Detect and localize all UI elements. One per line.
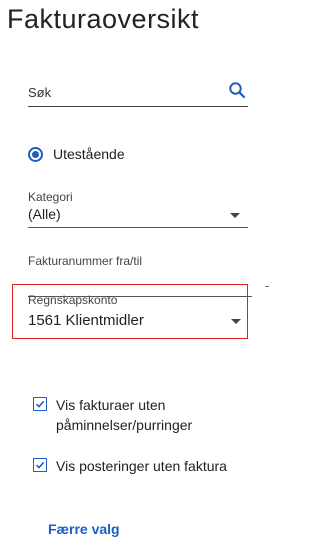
checkbox-postings-label: Vis posteringer uten faktura	[56, 458, 227, 474]
radio-outstanding[interactable]: Utestående	[28, 146, 125, 162]
option-row-postings[interactable]: Vis posteringer uten faktura	[33, 456, 256, 476]
page-title: Fakturaoversikt	[7, 4, 200, 34]
checkmark-icon	[35, 400, 45, 408]
search-icon[interactable]	[228, 81, 246, 99]
option-row-reminders[interactable]: Vis fakturaer uten påminnelser/purringer	[33, 395, 256, 435]
account-value: 1561 Klientmidler	[28, 312, 144, 329]
checkbox-reminders[interactable]	[33, 397, 47, 411]
radio-button-icon[interactable]	[28, 146, 43, 162]
account-select[interactable]: 1561 Klientmidler	[28, 311, 243, 333]
invoice-range-label: Fakturanummer fra/til	[28, 254, 143, 268]
fewer-options-link[interactable]: Færre valg	[48, 521, 120, 537]
chevron-down-icon	[230, 213, 240, 218]
radio-selected-dot	[32, 150, 39, 158]
chevron-down-icon	[231, 319, 241, 324]
range-separator: -	[265, 278, 270, 293]
category-label: Kategori	[28, 190, 73, 204]
checkbox-reminders-label: Vis fakturaer uten påminnelser/purringer	[56, 397, 193, 433]
category-value: (Alle)	[28, 206, 61, 222]
checkmark-icon	[35, 461, 45, 469]
category-select[interactable]: (Alle)	[28, 205, 248, 228]
search-input[interactable]	[28, 80, 218, 104]
account-label: Regnskapskonto	[28, 293, 118, 307]
search-field	[28, 80, 248, 107]
radio-outstanding-label: Utestående	[53, 146, 125, 162]
checkbox-postings[interactable]	[33, 458, 47, 472]
